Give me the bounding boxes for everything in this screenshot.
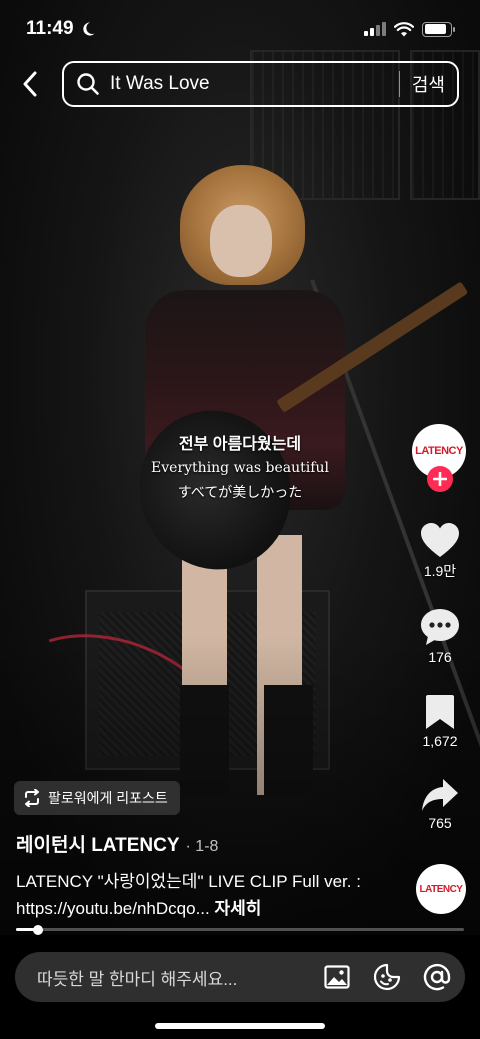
heart-icon (421, 523, 459, 557)
avatar-logo-text: LATENCY (415, 445, 463, 457)
emoji-button[interactable] (367, 957, 407, 997)
emoji-icon (373, 963, 401, 991)
battery-icon (422, 21, 455, 37)
search-button[interactable]: 검색 (412, 71, 445, 97)
subtitle-korean: 전부 아름다웠는데 (178, 436, 302, 453)
comment-button[interactable]: 176 (412, 608, 468, 665)
wifi-icon (394, 21, 414, 36)
sound-disc[interactable]: LATENCY (416, 864, 466, 914)
signal-icon (364, 22, 386, 36)
bookmark-count: 1,672 (422, 733, 458, 749)
repost-label: 팔로워에게 리포스트 (48, 790, 168, 806)
comment-area: 따듯한 말 한마디 해주세요... (0, 935, 480, 1039)
series-label[interactable]: · 1-8 (186, 838, 219, 856)
home-indicator[interactable] (155, 1023, 325, 1029)
search-bar[interactable]: It Was Love 검색 (62, 61, 459, 107)
creator-name[interactable]: 레이턴시 LATENCY (16, 830, 180, 857)
follow-button[interactable] (427, 466, 453, 492)
action-rail: LATENCY 1.9만 176 1,672 765 (412, 424, 468, 831)
video-caption[interactable]: LATENCY "사랑이었는데" LIVE CLIP Full ver. : h… (16, 868, 396, 922)
comment-count: 176 (428, 649, 452, 665)
image-icon (324, 965, 350, 989)
progress-scrubber[interactable] (33, 924, 44, 935)
bookmark-button[interactable]: 1,672 (412, 694, 468, 749)
like-button[interactable]: 1.9만 (412, 522, 468, 581)
subtitle-english: Everything was beautiful (151, 460, 329, 476)
mention-icon (423, 963, 451, 991)
status-time: 11:49 (26, 18, 96, 40)
time-text: 11:49 (26, 18, 74, 39)
share-button[interactable]: 765 (412, 778, 468, 831)
back-button[interactable] (14, 68, 46, 100)
search-icon (77, 73, 99, 95)
comment-icon (421, 609, 459, 645)
like-count: 1.9만 (423, 563, 457, 579)
caption-more-link[interactable]: 자세히 (214, 899, 261, 918)
status-icons (364, 21, 455, 37)
caption-text: LATENCY "사랑이었는데" LIVE CLIP Full ver. : h… (16, 872, 361, 918)
subtitle-japanese: すべてが美しかった (177, 485, 303, 501)
comment-input[interactable]: 따듯한 말 한마디 해주세요... (37, 965, 307, 990)
repost-icon (25, 789, 39, 807)
video-subtitles: 전부 아름다웠는데 Everything was beautiful すべてが美… (120, 430, 360, 502)
search-divider (398, 71, 400, 97)
share-count: 765 (428, 815, 452, 831)
moon-icon (82, 22, 95, 36)
share-icon (422, 779, 458, 811)
search-input[interactable]: It Was Love (110, 73, 387, 95)
comment-input-bar[interactable]: 따듯한 말 한마디 해주세요... (15, 952, 465, 1002)
sound-disc-text: LATENCY (419, 883, 463, 895)
back-arrow-icon (23, 71, 37, 97)
repost-to-followers-button[interactable]: 팔로워에게 리포스트 (14, 781, 180, 815)
bookmark-icon (426, 695, 454, 729)
status-bar: 11:49 (0, 0, 480, 58)
image-button[interactable] (317, 957, 357, 997)
plus-icon (433, 472, 447, 486)
video-progress-bar[interactable] (16, 924, 464, 935)
author-row: 레이턴시 LATENCY · 1-8 (16, 830, 218, 857)
mention-button[interactable] (417, 957, 457, 997)
